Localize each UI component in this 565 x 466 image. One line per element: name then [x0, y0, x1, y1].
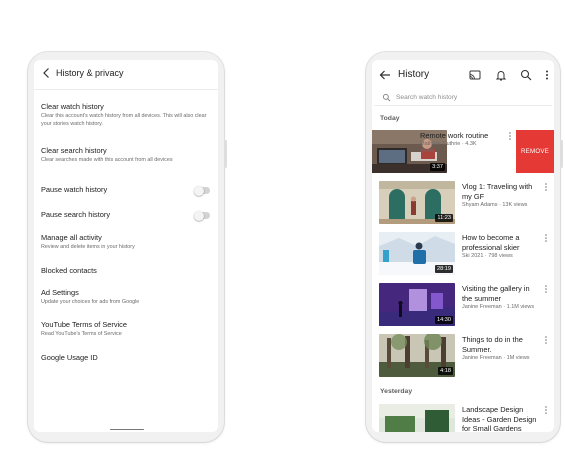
video-row[interactable]: 3:37 Remote work routine Mathilde Guthri… [372, 130, 554, 178]
item-title: Clear search history [41, 146, 107, 155]
item-title: Google Usage ID [41, 353, 98, 362]
history-phone: History Search watch history Today 3:37 … [366, 52, 563, 442]
video-meta: Shyam Adams · 13K views [462, 202, 528, 208]
item-description: Clear searches made with this account fr… [41, 157, 173, 163]
more-vert-icon[interactable] [543, 405, 549, 415]
video-duration: 28:19 [435, 265, 453, 273]
video-row[interactable]: 28:19 How to become a professional skier… [372, 232, 554, 280]
settings-phone: History & privacy Clear watch history Cl… [28, 52, 227, 442]
video-thumbnail[interactable]: 11:23 [379, 181, 455, 224]
video-duration: 4:18 [438, 367, 453, 375]
item-title: Pause search history [41, 210, 111, 219]
history-title: History [398, 69, 430, 80]
more-vert-icon[interactable] [543, 284, 549, 294]
section-today-label: Today [380, 115, 400, 122]
video-row[interactable]: 14:30 Visiting the gallery in the summer… [372, 283, 554, 331]
video-title: Things to do in the Summer. [462, 335, 523, 354]
video-duration: 11:23 [435, 214, 453, 222]
settings-title: History & privacy [56, 68, 124, 78]
video-row[interactable]: 4:18 Things to do in the Summer. Janine … [372, 334, 554, 382]
more-vert-icon[interactable] [543, 182, 549, 192]
pause-search-history-item[interactable]: Pause search history [41, 210, 210, 220]
item-description: Read YouTube's Terms of Service [41, 331, 122, 337]
more-vert-icon[interactable] [543, 233, 549, 243]
video-title: Vlog 1: Traveling with my GF [462, 182, 533, 201]
item-description: Update your choices for ads from Google [41, 299, 140, 305]
search-icon[interactable] [519, 68, 533, 82]
section-yesterday-label: Yesterday [380, 388, 413, 395]
video-thumbnail[interactable]: 4:18 [379, 334, 455, 377]
settings-top-bar: History & privacy [34, 60, 218, 90]
search-history-field[interactable]: Search watch history [374, 90, 552, 106]
video-thumbnail[interactable]: 14:30 [379, 283, 455, 326]
cast-icon[interactable] [468, 68, 482, 82]
more-vert-icon[interactable] [507, 131, 513, 141]
search-icon [382, 93, 391, 102]
history-screen: History Search watch history Today 3:37 … [372, 60, 554, 432]
more-vert-icon[interactable] [540, 68, 554, 82]
pause-watch-history-toggle[interactable] [194, 185, 210, 196]
settings-screen: History & privacy Clear watch history Cl… [34, 60, 218, 432]
video-title: How to become a professional skier [462, 233, 520, 252]
video-duration: 3:37 [430, 163, 445, 171]
manage-all-activity-item[interactable]: Manage all activity Review and delete it… [41, 233, 210, 252]
video-row[interactable]: 11:23 Vlog 1: Traveling with my GF Shyam… [372, 181, 554, 229]
google-usage-id-item[interactable]: Google Usage ID [41, 353, 210, 363]
remove-button[interactable]: REMOVE [516, 130, 554, 173]
video-thumbnail[interactable]: 28:19 [379, 232, 455, 275]
item-description: Review and delete items in your history [41, 244, 135, 250]
clear-watch-history-item[interactable]: Clear watch history Clear this account's… [41, 102, 210, 128]
toggle-knob [194, 185, 204, 196]
garden-thumbnail-image [379, 404, 455, 432]
pause-watch-history-item[interactable]: Pause watch history [41, 185, 210, 195]
item-title: Pause watch history [41, 185, 108, 194]
video-duration: 14:30 [435, 316, 453, 324]
item-title: Clear watch history [41, 102, 104, 111]
arrow-left-icon[interactable] [378, 68, 392, 82]
phone-side-button [224, 140, 227, 168]
item-title: Blocked contacts [41, 266, 97, 275]
home-indicator [110, 428, 144, 430]
bell-icon[interactable] [494, 68, 508, 82]
video-title: Visiting the gallery in the summer [462, 284, 530, 303]
item-description: Clear this account's watch history from … [41, 113, 207, 127]
item-title: Manage all activity [41, 233, 102, 242]
clear-search-history-item[interactable]: Clear search history Clear searches made… [41, 146, 210, 165]
video-meta: Janine Freeman · 1M views [462, 355, 530, 361]
video-meta: Janine Freeman · 1.1M views [462, 304, 535, 310]
history-top-bar: History [372, 60, 554, 90]
item-title: Ad Settings [41, 288, 79, 297]
video-title: Landscape Design Ideas - Garden Design f… [462, 405, 537, 432]
video-views: views [420, 148, 434, 154]
ad-settings-item[interactable]: Ad Settings Update your choices for ads … [41, 288, 210, 307]
toggle-knob [194, 210, 204, 221]
more-vert-icon[interactable] [543, 335, 549, 345]
video-row[interactable]: Landscape Design Ideas - Garden Design f… [372, 404, 554, 432]
pause-search-history-toggle[interactable] [194, 210, 210, 221]
back-chevron-icon[interactable] [40, 66, 54, 80]
video-meta: Ski 2021 · 798 views [462, 253, 513, 259]
video-thumbnail[interactable] [379, 404, 455, 432]
item-title: YouTube Terms of Service [41, 320, 127, 329]
search-placeholder: Search watch history [396, 94, 458, 101]
terms-of-service-item[interactable]: YouTube Terms of Service Read YouTube's … [41, 320, 210, 339]
video-title: Remote work routine [420, 131, 489, 140]
blocked-contacts-item[interactable]: Blocked contacts [41, 266, 210, 276]
phone-side-button [560, 140, 563, 168]
